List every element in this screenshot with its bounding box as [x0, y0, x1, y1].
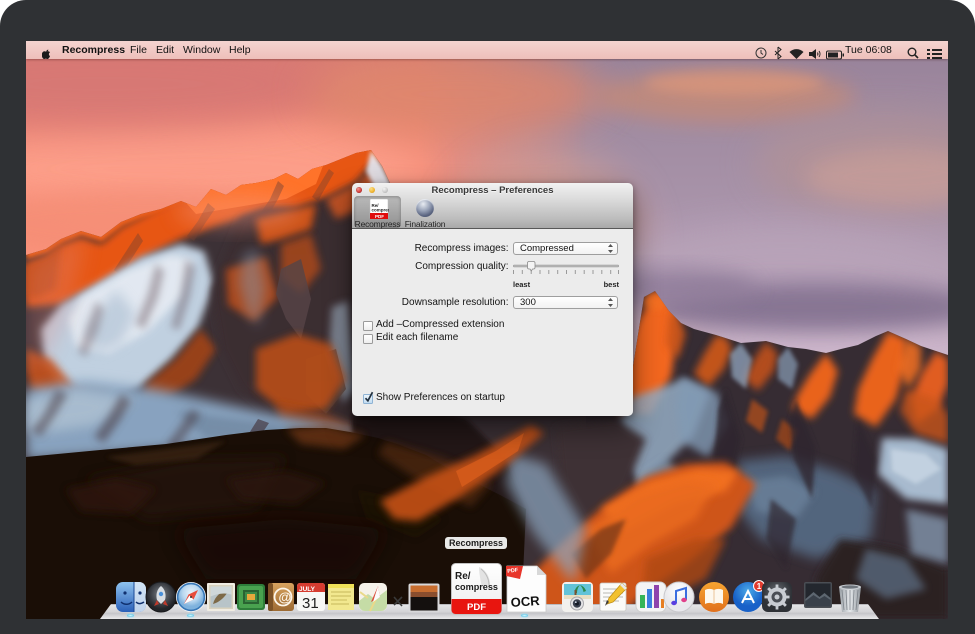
svg-text:Re/: Re/: [455, 571, 471, 582]
svg-text:PDF: PDF: [467, 602, 486, 613]
svg-text:compress: compress: [372, 208, 390, 213]
svg-text:OCR: OCR: [510, 593, 540, 610]
svg-text:JULY: JULY: [299, 586, 316, 593]
svg-text:compress: compress: [455, 582, 498, 592]
svg-text:@: @: [279, 590, 292, 605]
svg-text:31: 31: [302, 595, 319, 612]
